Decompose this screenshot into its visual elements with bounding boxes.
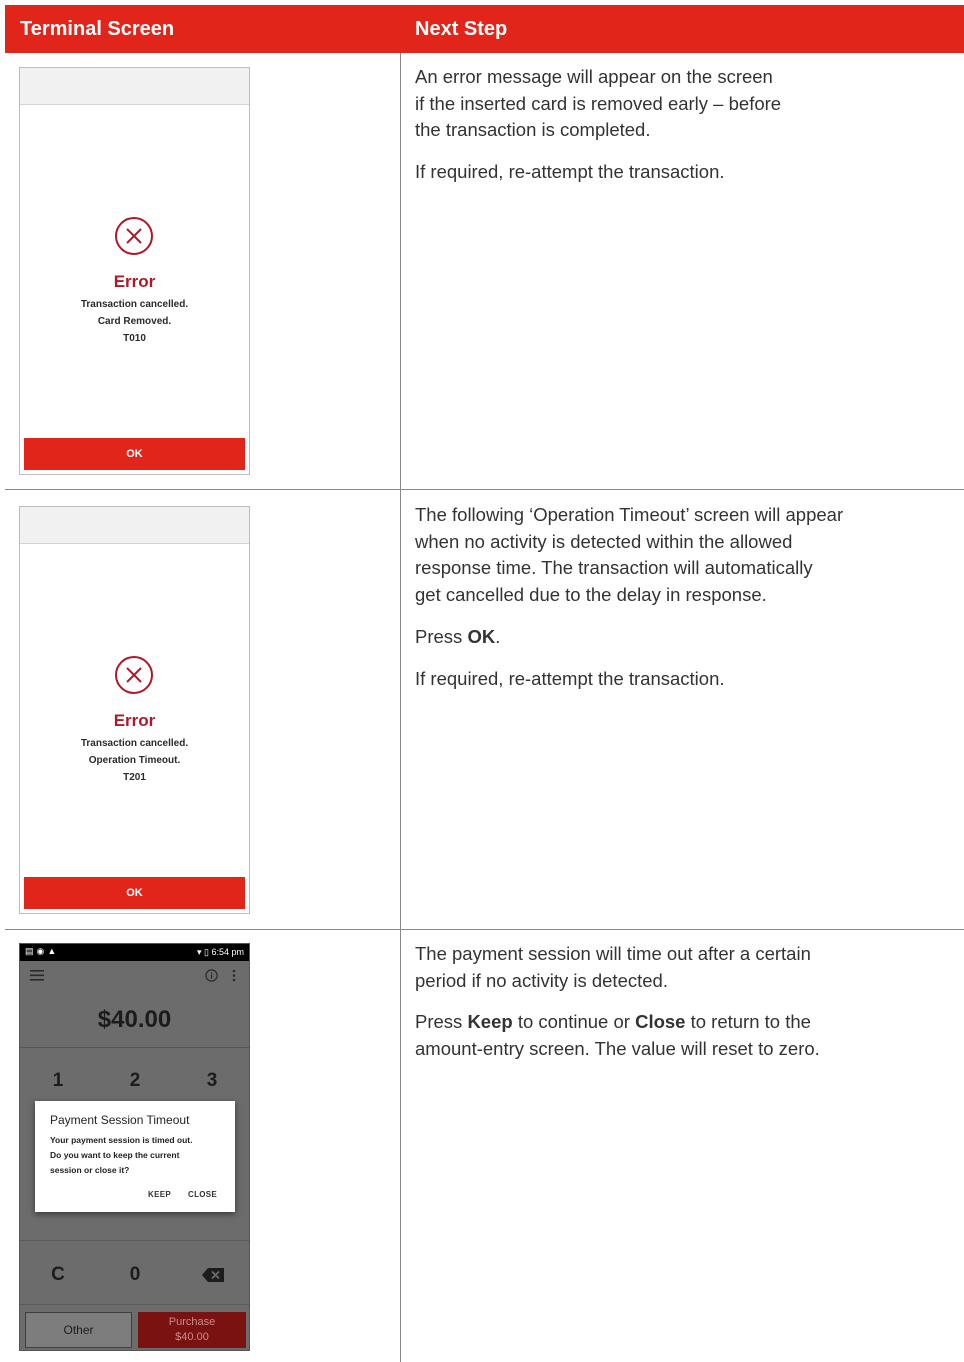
dialog-title: Payment Session Timeout bbox=[50, 1113, 190, 1127]
step-paragraph: Press OK. bbox=[415, 624, 500, 651]
error-title: Error bbox=[113, 711, 156, 730]
step-line: The following ‘Operation Timeout’ screen… bbox=[415, 504, 844, 525]
step-line: Press Keep to continue or Close to retur… bbox=[415, 1009, 820, 1036]
step-line: if the inserted card is removed early – … bbox=[415, 92, 782, 114]
status-time: 6:54 pm bbox=[211, 947, 244, 957]
dialog-message-line: session or close it? bbox=[50, 1165, 130, 1175]
terminal-top-bar bbox=[20, 507, 249, 544]
dialog-message-line: Do you want to keep the current bbox=[50, 1150, 180, 1160]
keypad-key-clear[interactable]: C bbox=[38, 1264, 78, 1286]
error-code: T201 bbox=[123, 772, 146, 783]
status-bar: ▤◉▲ ▾ ▯ 6:54 pm bbox=[20, 944, 249, 961]
error-message-line: Transaction cancelled. bbox=[80, 299, 189, 310]
step-line: period if no activity is detected. bbox=[415, 969, 668, 991]
step-line: the transaction is completed. bbox=[415, 119, 651, 140]
divider bbox=[20, 1047, 249, 1048]
keypad-key-2[interactable]: 2 bbox=[115, 1070, 155, 1092]
step-line: when no activity is detected within the … bbox=[415, 530, 793, 552]
step-text-run: to return to the bbox=[685, 1011, 811, 1032]
step-bold-ok: OK bbox=[467, 626, 496, 647]
step-paragraph: If required, re-attempt the transaction. bbox=[415, 668, 725, 689]
divider bbox=[20, 1240, 249, 1241]
header-terminal-screen: Terminal Screen bbox=[20, 18, 175, 40]
more-vertical-icon[interactable] bbox=[231, 969, 237, 982]
step-paragraph: The payment session will time out after … bbox=[415, 941, 811, 994]
header-next-step: Next Step bbox=[415, 18, 508, 40]
step-paragraph: The following ‘Operation Timeout’ screen… bbox=[415, 502, 843, 608]
payment-session-timeout-dialog: Payment Session Timeout Your payment ses… bbox=[35, 1101, 235, 1212]
info-icon[interactable] bbox=[205, 969, 218, 982]
step-bold-close: Close bbox=[635, 1011, 686, 1032]
error-circle-x-icon bbox=[115, 217, 153, 255]
step-line: get cancelled due to the delay in respon… bbox=[415, 583, 767, 605]
terminal-top-bar bbox=[20, 68, 249, 105]
step-line: response time. The transaction will auto… bbox=[415, 557, 813, 578]
purchase-label: Purchase bbox=[168, 1316, 216, 1328]
amount-display: $40.00 bbox=[97, 1006, 172, 1033]
divider bbox=[20, 1304, 249, 1305]
app-bar bbox=[20, 961, 249, 991]
backspace-icon[interactable] bbox=[202, 1268, 224, 1282]
step-text-run: Press bbox=[415, 626, 468, 647]
error-code: T010 bbox=[123, 333, 146, 344]
error-title: Error bbox=[113, 272, 156, 291]
step-line: An error message will appear on the scre… bbox=[415, 66, 773, 87]
close-button[interactable]: CLOSE bbox=[188, 1190, 217, 1199]
error-circle-x-icon bbox=[115, 656, 153, 694]
step-line: amount-entry screen. The value will rese… bbox=[415, 1037, 820, 1059]
error-message-line: Transaction cancelled. bbox=[80, 738, 189, 749]
step-text-run: Press bbox=[415, 1011, 468, 1032]
column-divider bbox=[400, 53, 401, 1362]
status-icons: ▤◉▲ bbox=[25, 946, 60, 956]
terminal-screen-payment-session: ▤◉▲ ▾ ▯ 6:54 pm $40.00 1 2 3 C 0 Other P… bbox=[19, 943, 250, 1351]
keep-button[interactable]: KEEP bbox=[148, 1190, 171, 1199]
keypad-key-3[interactable]: 3 bbox=[192, 1070, 232, 1092]
keypad-key-0[interactable]: 0 bbox=[115, 1264, 155, 1286]
dialog-message-line: Your payment session is timed out. bbox=[50, 1135, 193, 1145]
row-divider bbox=[5, 489, 964, 490]
step-text-run: to continue or bbox=[512, 1011, 636, 1032]
purchase-button[interactable]: Purchase $40.00 bbox=[138, 1312, 246, 1348]
keypad-key-1[interactable]: 1 bbox=[38, 1070, 78, 1092]
step-paragraph: An error message will appear on the scre… bbox=[415, 64, 781, 144]
terminal-screen-card-removed: Error Transaction cancelled. Card Remove… bbox=[19, 67, 250, 475]
row-divider bbox=[5, 929, 964, 930]
terminal-screen-operation-timeout: Error Transaction cancelled. Operation T… bbox=[19, 506, 250, 914]
error-message-line: Operation Timeout. bbox=[88, 755, 181, 766]
menu-icon[interactable] bbox=[30, 970, 44, 981]
purchase-amount: $40.00 bbox=[175, 1331, 209, 1343]
ok-button[interactable]: OK bbox=[24, 438, 245, 470]
other-button[interactable]: Other bbox=[25, 1312, 132, 1348]
step-bold-keep: Keep bbox=[467, 1011, 513, 1032]
error-message-line: Card Removed. bbox=[97, 316, 172, 327]
table-header: Terminal Screen Next Step bbox=[5, 5, 964, 53]
step-paragraph: Press Keep to continue or Close to retur… bbox=[415, 1009, 820, 1062]
step-line: The payment session will time out after … bbox=[415, 943, 811, 964]
status-time-wrap: ▾ ▯ 6:54 pm bbox=[196, 947, 244, 957]
step-paragraph: If required, re-attempt the transaction. bbox=[415, 161, 725, 182]
step-text-run: . bbox=[495, 626, 501, 647]
ok-button[interactable]: OK bbox=[24, 877, 245, 909]
